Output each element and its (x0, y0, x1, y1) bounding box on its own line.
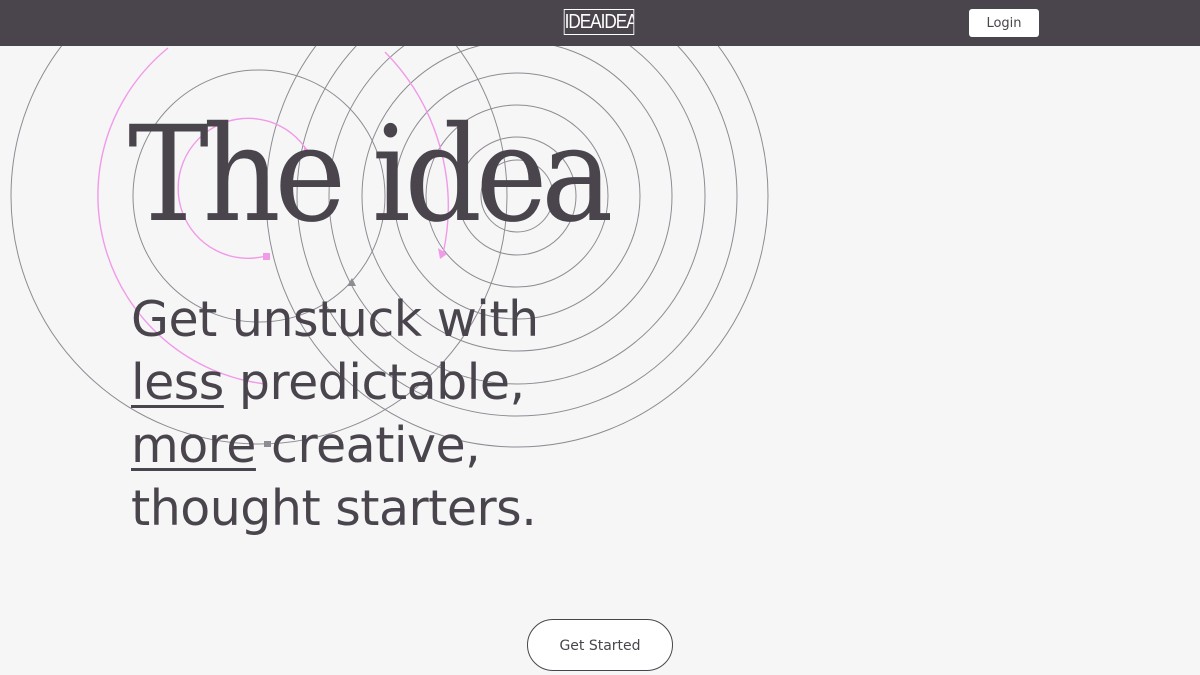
login-button[interactable]: Login (969, 9, 1039, 37)
hero-title: The idea (128, 98, 613, 252)
gray-arrow-head (347, 278, 356, 286)
ideaidea-logo[interactable]: IDEAIDEA (563, 9, 635, 35)
get-started-button[interactable]: Get Started (527, 619, 673, 671)
hero-subheading: Get unstuck with less predictable, more … (131, 288, 539, 540)
subheading-line-3-rest: creative, (255, 417, 481, 474)
subheading-line-1: Get unstuck with (131, 291, 539, 348)
subheading-line-2-rest: predictable, (223, 354, 525, 411)
top-navigation-bar: IDEAIDEA Login (0, 0, 1200, 46)
subheading-line-4: thought starters. (131, 480, 537, 537)
pink-node-square (263, 253, 270, 260)
emphasis-more: more (131, 417, 256, 474)
emphasis-less: less (131, 354, 224, 411)
subheading-line-2: less predictable, (131, 351, 539, 414)
subheading-line-3: more creative, (131, 414, 539, 477)
